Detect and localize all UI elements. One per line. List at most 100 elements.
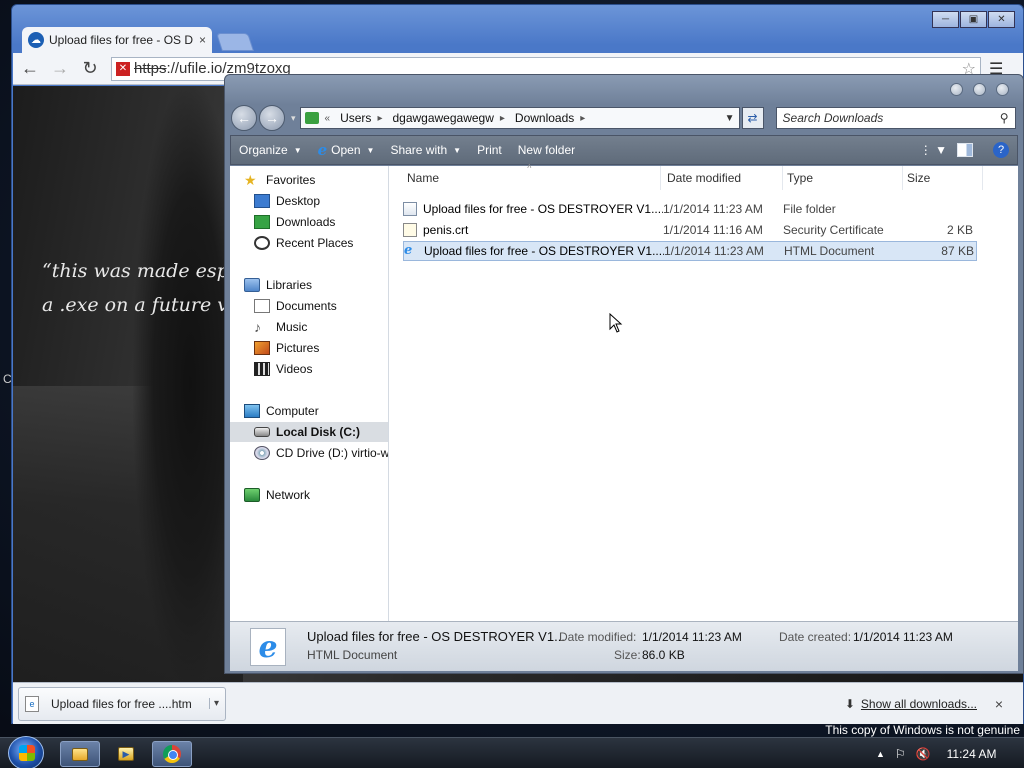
column-header-size[interactable]: Size	[903, 166, 983, 190]
breadcrumb-separator-icon[interactable]: ▸	[580, 113, 585, 124]
show-hidden-icons-icon[interactable]: ▲	[876, 749, 885, 759]
taskbar-media-player-button[interactable]: ▶	[106, 741, 146, 767]
reload-icon[interactable]: ↻	[77, 57, 103, 81]
command-bar-right: ⋮ ▼ ?	[920, 142, 1017, 158]
nav-computer[interactable]: Computer	[244, 401, 388, 421]
explorer-back-icon[interactable]: ←	[231, 105, 257, 131]
explorer-forward-icon[interactable]: →	[259, 105, 285, 131]
explorer-close-button[interactable]	[996, 83, 1009, 96]
print-button[interactable]: Print	[469, 136, 510, 164]
organize-button[interactable]: Organize ▼	[231, 136, 310, 164]
nav-documents[interactable]: Documents	[254, 296, 388, 316]
tab-title: Upload files for free - OS D	[49, 33, 194, 47]
column-size-label: Size	[907, 171, 931, 185]
recent-pages-chevron-icon[interactable]: ▾	[291, 113, 296, 124]
insecure-lock-icon[interactable]: ✕	[116, 61, 130, 76]
maximize-button[interactable]: ▣	[960, 11, 987, 28]
breadcrumb-separator-icon[interactable]: ▸	[500, 113, 505, 124]
close-window-button[interactable]: ✕	[988, 11, 1015, 28]
forward-arrow-icon[interactable]: →	[47, 57, 73, 81]
nav-local-disk[interactable]: Local Disk (C:)	[230, 422, 388, 442]
file-row-selected[interactable]: e Upload files for free - OS DESTROYER V…	[403, 241, 977, 261]
system-tray: ▲ ⚐ 🔇 11:24 AM	[864, 738, 1024, 768]
chevron-down-icon: ▼	[453, 145, 462, 155]
share-with-button[interactable]: Share with ▼	[382, 136, 469, 164]
explorer-maximize-button[interactable]	[973, 83, 986, 96]
shelf-close-icon[interactable]: ×	[995, 696, 1003, 712]
minimize-button[interactable]: ─	[932, 11, 959, 28]
share-with-label: Share with	[390, 143, 448, 157]
breadcrumb-overflow-icon[interactable]: «	[325, 113, 331, 124]
back-arrow-icon[interactable]: ←	[17, 57, 43, 81]
breadcrumb-downloads[interactable]: Downloads	[515, 111, 574, 125]
chevron-down-icon: ▼	[293, 145, 302, 155]
nav-desktop[interactable]: Desktop	[254, 191, 388, 211]
explorer-address-bar[interactable]: « Users ▸ dgawgawegawegw ▸ Downloads ▸ ▼	[299, 107, 740, 129]
nav-recent-places-label: Recent Places	[276, 236, 354, 250]
star-icon: ★	[244, 172, 257, 188]
open-button[interactable]: e Open ▼	[310, 136, 383, 164]
preview-pane-icon[interactable]	[957, 143, 973, 157]
search-input[interactable]: Search Downloads ⚲	[775, 107, 1016, 129]
taskbar-explorer-button[interactable]	[60, 741, 100, 767]
show-all-downloads-link[interactable]: Show all downloads...	[861, 697, 977, 711]
tab-close-icon[interactable]: ×	[199, 33, 206, 47]
taskbar: ▶ ▲ ⚐ 🔇 11:24 AM	[0, 736, 1024, 768]
breadcrumb-separator-icon[interactable]: ▸	[377, 113, 382, 124]
details-file-name: Upload files for free - OS DESTROYER V1.…	[307, 629, 565, 644]
nav-favorites[interactable]: ★ Favorites	[244, 170, 388, 190]
refresh-icon[interactable]: ⇄	[741, 107, 764, 129]
taskbar-clock[interactable]: 11:24 AM	[947, 747, 997, 761]
column-header-date[interactable]: Date modified	[663, 166, 783, 190]
file-name: Upload files for free - OS DESTROYER V1.…	[423, 202, 663, 216]
action-center-flag-icon[interactable]: ⚐	[895, 747, 906, 761]
taskbar-chrome-button[interactable]	[152, 741, 192, 767]
command-bar: Organize ▼ e Open ▼ Share with ▼ Print New f…	[230, 135, 1018, 165]
column-header-type[interactable]: Type	[783, 166, 903, 190]
new-folder-button[interactable]: New folder	[510, 136, 583, 164]
show-all-downloads[interactable]: ⬇ Show all downloads...	[845, 697, 977, 711]
nav-local-disk-label: Local Disk (C:)	[276, 425, 361, 439]
download-item[interactable]: e Upload files for free ....htm ▾	[18, 686, 226, 721]
file-date: 1/1/2014 11:23 AM	[663, 202, 763, 216]
browser-tab[interactable]: ☁ Upload files for free - OS D ×	[22, 27, 212, 53]
file-row[interactable]: Upload files for free - OS DESTROYER V1.…	[403, 199, 977, 219]
volume-muted-icon[interactable]: 🔇	[916, 747, 931, 761]
html-file-icon: e	[25, 695, 39, 712]
file-date: 1/1/2014 11:23 AM	[664, 244, 764, 258]
file-type: File folder	[783, 202, 836, 216]
change-view-icon[interactable]: ⋮ ▼	[920, 143, 947, 157]
folder-icon	[72, 747, 88, 761]
file-row[interactable]: penis.crt 1/1/2014 11:16 AM Security Cer…	[403, 220, 977, 240]
nav-pictures[interactable]: Pictures	[254, 338, 388, 358]
chrome-icon	[163, 745, 181, 763]
nav-videos[interactable]: Videos	[254, 359, 388, 379]
nav-videos-label: Videos	[276, 362, 313, 376]
certificate-icon	[403, 223, 417, 237]
music-icon: ♪	[254, 319, 261, 335]
nav-libraries[interactable]: Libraries	[244, 275, 388, 295]
breadcrumb-user[interactable]: dgawgawegawegw	[392, 111, 493, 125]
sort-ascending-icon: ˄	[527, 162, 532, 171]
breadcrumb-users[interactable]: Users	[340, 111, 371, 125]
nav-music[interactable]: ♪ Music	[254, 317, 388, 337]
search-icon[interactable]: ⚲	[1000, 111, 1009, 125]
nav-favorites-label: Favorites	[266, 173, 316, 187]
explorer-window: ← → ▾ « Users ▸ dgawgawegawegw ▸ Downloa…	[224, 74, 1024, 674]
nav-network[interactable]: Network	[244, 485, 388, 505]
details-date-modified-label: Date modified:	[559, 630, 637, 644]
address-dropdown-icon[interactable]: ▼	[725, 113, 735, 124]
explorer-minimize-button[interactable]	[950, 83, 963, 96]
nav-downloads[interactable]: Downloads	[254, 212, 388, 232]
nav-pictures-label: Pictures	[276, 341, 320, 355]
new-tab-button[interactable]	[216, 33, 254, 51]
column-header-name[interactable]: Name	[403, 166, 661, 190]
nav-desktop-label: Desktop	[276, 194, 321, 208]
hard-drive-icon	[254, 427, 270, 437]
start-button[interactable]	[8, 736, 44, 768]
help-icon[interactable]: ?	[993, 142, 1009, 158]
download-menu-chevron-icon[interactable]: ▾	[208, 698, 219, 709]
file-name: penis.crt	[423, 223, 469, 237]
nav-recent-places[interactable]: Recent Places	[254, 233, 388, 253]
nav-cd-drive[interactable]: CD Drive (D:) virtio-w	[254, 443, 388, 463]
